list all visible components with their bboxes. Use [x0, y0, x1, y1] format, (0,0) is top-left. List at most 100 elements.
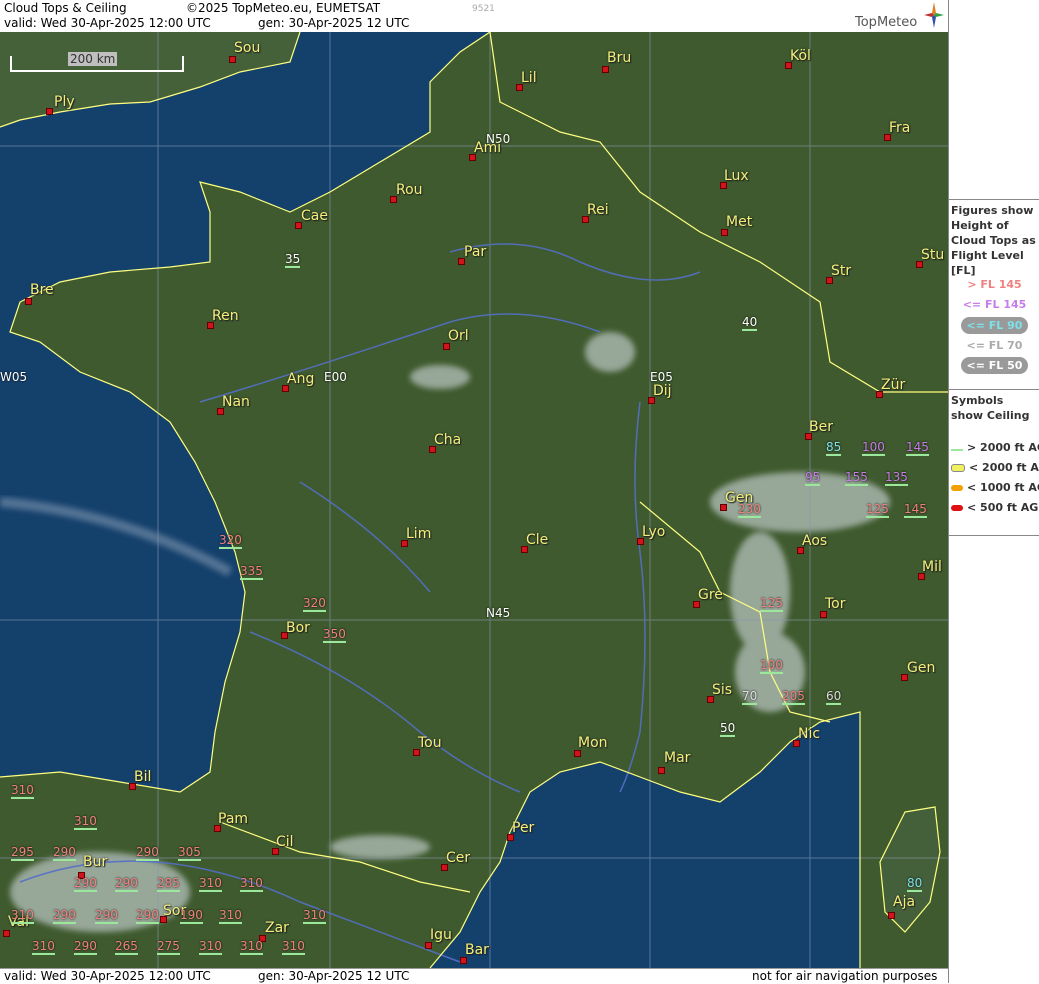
symbols-legend-title: Symbols show Ceiling — [951, 394, 1030, 422]
city-label: Fra — [889, 120, 911, 136]
flight-level-label: 70 — [742, 689, 758, 705]
flight-level-label: 310 — [240, 939, 263, 955]
city-label: Zür — [881, 377, 906, 393]
city-label: Lyo — [642, 524, 666, 540]
flight-level-label: 290 — [74, 876, 97, 892]
city-label: Zar — [265, 920, 289, 936]
flight-level-label: 310 — [199, 876, 222, 892]
figures-legend-title: Figures show Height of Cloud Tops as Fli… — [951, 204, 1036, 277]
city-label: Tor — [825, 596, 846, 612]
city-marker — [460, 957, 467, 964]
flight-level-label: 80 — [907, 876, 923, 892]
map-code: 9521 — [472, 4, 495, 14]
city-label: Aos — [802, 533, 828, 549]
flight-level-label: 305 — [178, 845, 201, 861]
satellite-map[interactable]: 200 km N50 N45 E00 E05 W05 Sou Ply Bru K… — [0, 32, 948, 968]
city-marker — [721, 229, 728, 236]
city-label: Bru — [607, 50, 632, 66]
flight-level-label: 100 — [760, 658, 783, 674]
scale-label: 200 km — [68, 52, 118, 66]
city-label: Mil — [922, 559, 942, 575]
flight-level-label: 50 — [720, 721, 736, 737]
ceiling-symbol-orange — [951, 485, 963, 491]
flight-level-label: 100 — [862, 440, 885, 456]
grid-label-e05: E05 — [650, 370, 673, 384]
legend-ceiling-below-500: < 500 ft AGL — [951, 501, 1039, 514]
city-label: Str — [831, 263, 852, 279]
map-background — [0, 32, 948, 968]
ceiling-symbol-yellow — [951, 464, 965, 472]
city-label: Rei — [587, 202, 609, 218]
legend-fl-50: <= FL 50 — [949, 357, 1039, 374]
flight-level-label: 290 — [95, 908, 118, 924]
city-label: Per — [512, 820, 535, 836]
flight-level-label: 310 — [240, 876, 263, 892]
map-header: Cloud Tops & Ceiling ©2025 TopMeteo.eu, … — [0, 0, 948, 32]
ceiling-symbol-green — [951, 446, 963, 451]
flight-level-label: 35 — [285, 252, 301, 268]
legend-panel: Figures show Height of Cloud Tops as Fli… — [948, 0, 1039, 983]
grid-label-n45: N45 — [486, 606, 511, 620]
flight-level-label: 310 — [303, 908, 326, 924]
flight-level-label: 320 — [219, 533, 242, 549]
flight-level-label: 350 — [323, 627, 346, 643]
city-label: Ami — [474, 140, 502, 156]
city-marker — [574, 750, 581, 757]
flight-level-label: 310 — [74, 814, 97, 830]
flight-level-label: 335 — [240, 564, 263, 580]
valid-time: valid: Wed 30-Apr-2025 12:00 UTC — [4, 16, 211, 30]
city-marker — [46, 108, 53, 115]
city-marker — [658, 767, 665, 774]
city-label: Bur — [83, 854, 108, 870]
brand-name: TopMeteo — [855, 15, 918, 30]
legend-fl-70: <= FL 70 — [966, 339, 1023, 352]
flight-level-label: 290 — [136, 908, 159, 924]
city-label: Sis — [712, 682, 733, 698]
disclaimer-text: not for air navigation purposes — [752, 969, 938, 983]
city-label: Bor — [286, 620, 310, 636]
city-label: Igu — [430, 927, 452, 943]
flight-level-label: 310 — [219, 908, 242, 924]
legend-fl-high: > FL 145 — [967, 278, 1022, 291]
flight-level-label: 230 — [738, 502, 761, 518]
flight-level-label: 95 — [805, 470, 821, 486]
city-label: Cle — [526, 532, 549, 548]
flight-level-label: 40 — [742, 315, 758, 331]
figures-legend: Figures show Height of Cloud Tops as Fli… — [949, 199, 1039, 390]
city-marker — [425, 942, 432, 949]
flight-level-label: 135 — [885, 470, 908, 486]
flight-level-label: 310 — [11, 783, 34, 799]
flight-level-label: 60 — [826, 689, 842, 705]
flight-level-label: 205 — [782, 689, 805, 705]
city-marker — [443, 343, 450, 350]
city-label: Ren — [212, 308, 239, 324]
ceiling-symbol-red — [951, 505, 963, 511]
city-label: Mon — [578, 735, 608, 751]
footer-generated-time: gen: 30-Apr-2025 12 UTC — [258, 969, 410, 983]
flight-level-label: 310 — [199, 939, 222, 955]
flight-level-label: 275 — [157, 939, 180, 955]
legend-ceiling-below-2000: < 2000 ft AGL — [951, 461, 1039, 474]
city-label: Met — [726, 214, 753, 230]
flight-level-label: 190 — [180, 908, 203, 924]
copyright-text: ©2025 TopMeteo.eu, EUMETSAT — [186, 1, 381, 15]
generated-time: gen: 30-Apr-2025 12 UTC — [258, 16, 410, 30]
city-label: Orl — [448, 328, 469, 344]
city-label: Pam — [218, 811, 249, 827]
city-label: Stu — [921, 247, 945, 263]
grid-label-e00: E00 — [324, 370, 347, 384]
city-label: Lim — [406, 526, 432, 542]
map-footer: valid: Wed 30-Apr-2025 12:00 UTC gen: 30… — [0, 968, 948, 984]
city-label: Mar — [664, 750, 691, 766]
flight-level-label: 290 — [115, 876, 138, 892]
legend-fl-90: <= FL 90 — [949, 317, 1039, 334]
flight-level-label: 285 — [157, 876, 180, 892]
flight-level-label: 145 — [904, 502, 927, 518]
flight-level-label: 310 — [11, 908, 34, 924]
compass-logo-icon — [924, 2, 944, 28]
legend-ceiling-below-1000: < 1000 ft AGL — [951, 481, 1039, 494]
flight-level-label: 320 — [303, 596, 326, 612]
legend-fl-145: <= FL 145 — [962, 298, 1027, 311]
flight-level-label: 295 — [11, 845, 34, 861]
city-marker — [3, 930, 10, 937]
